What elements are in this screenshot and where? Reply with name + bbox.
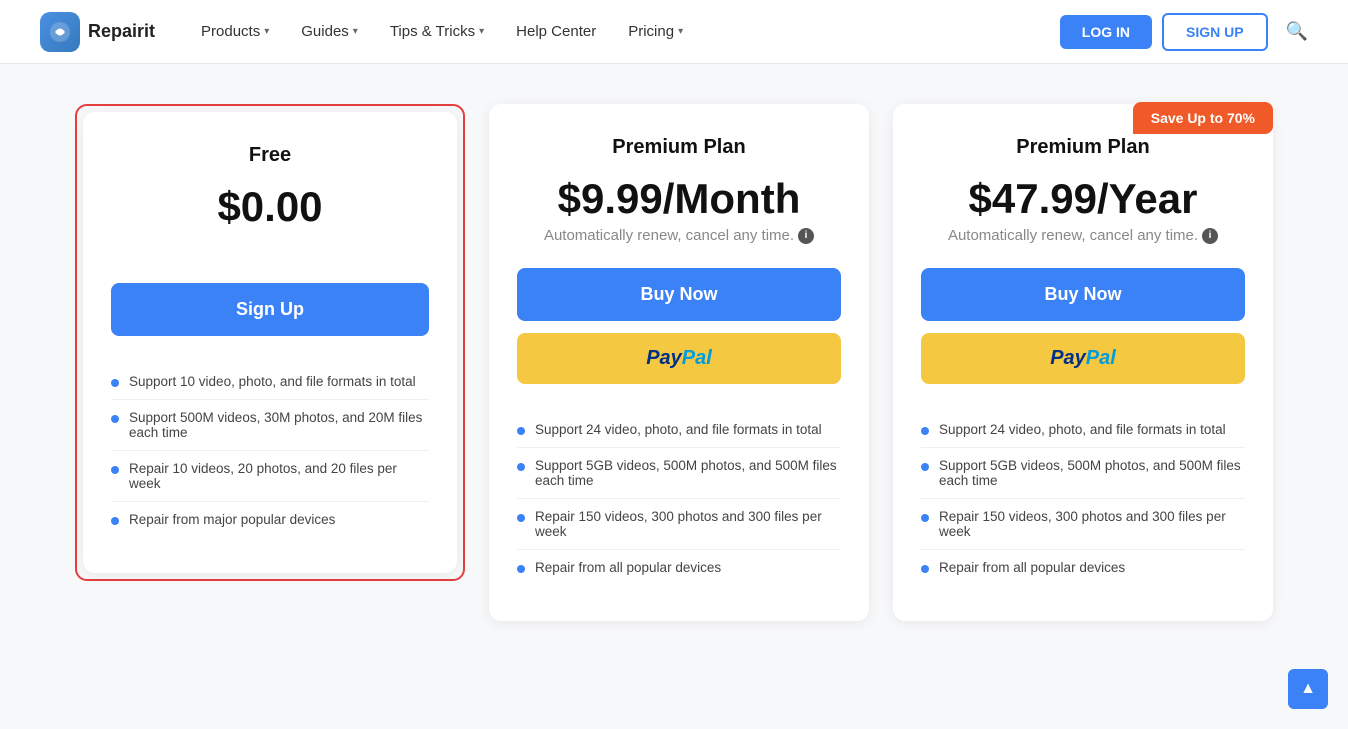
- list-item: Repair 150 videos, 300 photos and 300 fi…: [517, 499, 841, 550]
- nav-products[interactable]: Products ▾: [187, 15, 283, 48]
- signup-button[interactable]: SIGN UP: [1162, 13, 1268, 51]
- bullet-icon: [111, 517, 119, 525]
- free-plan-wrapper: Free $0.00 Sign Up Support 10 video, pho…: [75, 104, 465, 581]
- free-plan-card: Free $0.00 Sign Up Support 10 video, pho…: [83, 112, 457, 573]
- scroll-to-top-button[interactable]: ▲: [1288, 669, 1328, 709]
- nav-guides[interactable]: Guides ▾: [287, 15, 372, 48]
- nav-right: LOG IN SIGN UP 🔍: [1060, 13, 1308, 51]
- list-item: Repair from all popular devices: [517, 550, 841, 585]
- premium-monthly-title: Premium Plan: [517, 136, 841, 159]
- bullet-icon: [517, 565, 525, 573]
- products-chevron-icon: ▾: [264, 26, 269, 37]
- tips-chevron-icon: ▾: [479, 26, 484, 37]
- list-item: Support 10 video, photo, and file format…: [111, 364, 429, 400]
- nav-items: Products ▾ Guides ▾ Tips & Tricks ▾ Help…: [187, 15, 1060, 48]
- bullet-icon: [921, 514, 929, 522]
- bullet-icon: [921, 463, 929, 471]
- pricing-cards-row: Free $0.00 Sign Up Support 10 video, pho…: [60, 104, 1288, 621]
- premium-monthly-renew: Automatically renew, cancel any time. i: [517, 227, 841, 244]
- login-button[interactable]: LOG IN: [1060, 15, 1152, 49]
- monthly-features-list: Support 24 video, photo, and file format…: [517, 412, 841, 585]
- bullet-icon: [921, 565, 929, 573]
- list-item: Repair 10 videos, 20 photos, and 20 file…: [111, 451, 429, 502]
- premium-yearly-price: $47.99/Year: [921, 175, 1245, 223]
- nav-tips[interactable]: Tips & Tricks ▾: [376, 15, 498, 48]
- list-item: Support 5GB videos, 500M photos, and 500…: [517, 448, 841, 499]
- free-features-list: Support 10 video, photo, and file format…: [111, 364, 429, 537]
- save-badge: Save Up to 70%: [1133, 102, 1273, 134]
- yearly-buy-button[interactable]: Buy Now: [921, 268, 1245, 321]
- free-plan-title: Free: [111, 144, 429, 167]
- premium-yearly-renew: Automatically renew, cancel any time. i: [921, 227, 1245, 244]
- list-item: Support 24 video, photo, and file format…: [517, 412, 841, 448]
- logo-icon: [40, 12, 80, 52]
- main-content: Free $0.00 Sign Up Support 10 video, pho…: [0, 64, 1348, 729]
- bullet-icon: [517, 463, 525, 471]
- monthly-buy-button[interactable]: Buy Now: [517, 268, 841, 321]
- yearly-features-list: Support 24 video, photo, and file format…: [921, 412, 1245, 585]
- free-plan-price: $0.00: [111, 183, 429, 231]
- premium-yearly-wrapper: Save Up to 70% Premium Plan $47.99/Year …: [893, 104, 1273, 621]
- bullet-icon: [517, 514, 525, 522]
- info-icon: i: [798, 228, 814, 244]
- pricing-chevron-icon: ▾: [678, 26, 683, 37]
- bullet-icon: [111, 379, 119, 387]
- list-item: Repair from all popular devices: [921, 550, 1245, 585]
- bullet-icon: [921, 427, 929, 435]
- yearly-paypal-button[interactable]: PayPal: [921, 333, 1245, 384]
- list-item: Repair from major popular devices: [111, 502, 429, 537]
- navbar: Repairit Products ▾ Guides ▾ Tips & Tric…: [0, 0, 1348, 64]
- logo[interactable]: Repairit: [40, 12, 155, 52]
- free-signup-button[interactable]: Sign Up: [111, 283, 429, 336]
- logo-text: Repairit: [88, 21, 155, 42]
- list-item: Support 500M videos, 30M photos, and 20M…: [111, 400, 429, 451]
- premium-monthly-card: Premium Plan $9.99/Month Automatically r…: [489, 104, 869, 621]
- bullet-icon: [111, 415, 119, 423]
- premium-yearly-card: Premium Plan $47.99/Year Automatically r…: [893, 104, 1273, 621]
- guides-chevron-icon: ▾: [353, 26, 358, 37]
- premium-yearly-title: Premium Plan: [921, 136, 1245, 159]
- nav-help[interactable]: Help Center: [502, 15, 610, 48]
- list-item: Repair 150 videos, 300 photos and 300 fi…: [921, 499, 1245, 550]
- bullet-icon: [517, 427, 525, 435]
- info-icon: i: [1202, 228, 1218, 244]
- list-item: Support 5GB videos, 500M photos, and 500…: [921, 448, 1245, 499]
- list-item: Support 24 video, photo, and file format…: [921, 412, 1245, 448]
- bullet-icon: [111, 466, 119, 474]
- premium-monthly-price: $9.99/Month: [517, 175, 841, 223]
- monthly-paypal-button[interactable]: PayPal: [517, 333, 841, 384]
- nav-pricing[interactable]: Pricing ▾: [614, 15, 697, 48]
- search-icon[interactable]: 🔍: [1286, 21, 1308, 42]
